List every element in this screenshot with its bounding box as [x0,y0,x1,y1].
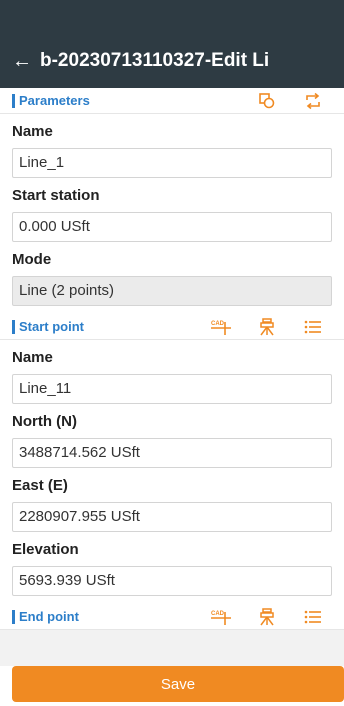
start-name-input[interactable]: Line_11 [12,374,332,404]
east-input[interactable]: 2280907.955 USft [12,502,332,532]
east-field-group: East (E) 2280907.955 USft [0,468,344,532]
section-start-point: Start point CAD [0,314,344,340]
svg-text:CAD: CAD [211,321,225,327]
section-label-start-point: Start point [19,319,84,334]
section-parameters: Parameters [0,88,344,114]
section-label-parameters: Parameters [19,93,90,108]
app-bar: ← b-20230713110327-Edit Li [0,34,344,88]
start-station-input[interactable]: 0.000 USft [12,212,332,242]
section-end-point: End point CAD [0,604,344,630]
elevation-field-group: Elevation 5693.939 USft [0,532,344,604]
section-marker [12,609,15,624]
elevation-label: Elevation [12,541,79,558]
north-label: North (N) [12,413,77,430]
start-name-label: Name [12,349,53,366]
survey-pick-icon[interactable] [244,605,290,629]
save-button[interactable]: Save [12,666,344,702]
shape-select-icon[interactable] [244,89,290,113]
start-station-label: Start station [12,187,100,204]
east-label: East (E) [12,477,68,494]
elevation-input[interactable]: 5693.939 USft [12,566,332,596]
name-field-group: Name Line_1 [0,114,344,178]
section-label-end-point: End point [19,609,79,624]
north-field-group: North (N) 3488714.562 USft [0,404,344,468]
page-title: b-20230713110327-Edit Li [40,50,330,72]
section-marker [12,319,15,334]
cad-pick-icon[interactable]: CAD [198,605,244,629]
survey-pick-icon[interactable] [244,315,290,339]
list-icon[interactable] [290,605,336,629]
start-name-field-group: Name Line_11 [0,340,344,404]
section-marker [12,93,15,108]
start-station-field-group: Start station 0.000 USft [0,178,344,242]
back-arrow-icon[interactable]: ← [0,34,40,88]
list-icon[interactable] [290,315,336,339]
form-content[interactable]: Parameters Name Line_1 Start station 0.0… [0,88,344,666]
name-input[interactable]: Line_1 [12,148,332,178]
mode-select[interactable]: Line (2 points) [12,276,332,306]
cad-pick-icon[interactable]: CAD [198,315,244,339]
mode-label: Mode [12,251,52,268]
svg-text:CAD: CAD [211,611,225,617]
name-label: Name [12,123,53,140]
mode-field-group: Mode Line (2 points) [0,242,344,314]
save-bar: Save [0,666,344,706]
status-bar [0,0,344,34]
swap-icon[interactable] [290,89,336,113]
north-input[interactable]: 3488714.562 USft [12,438,332,468]
